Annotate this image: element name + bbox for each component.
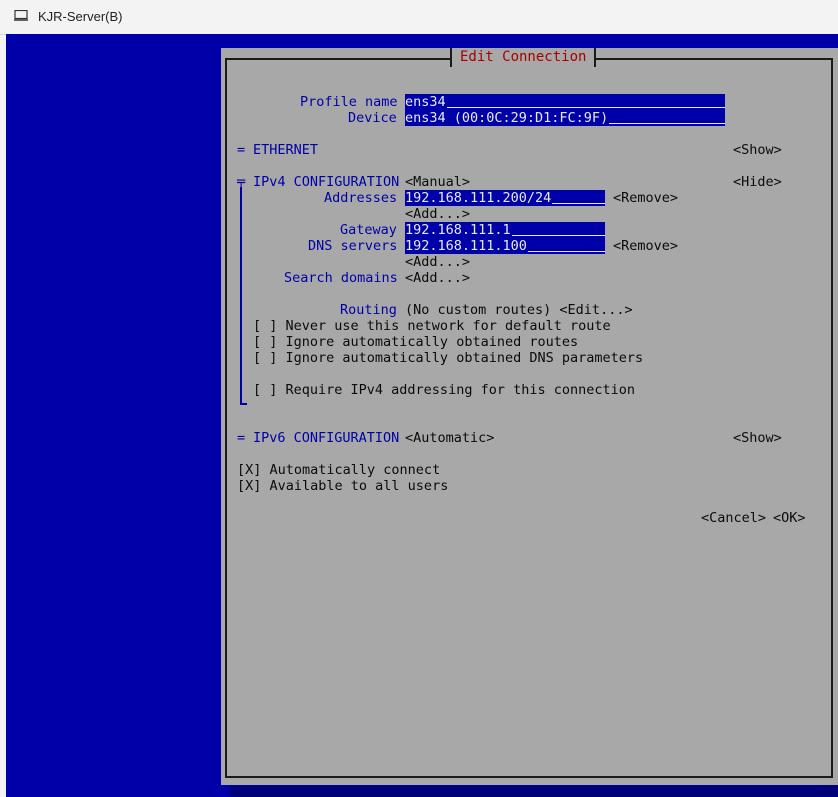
console-screen: Edit Connection Profile name ens34 Devic… xyxy=(6,34,838,797)
ignore-routes-checkbox[interactable]: [ ] Ignore automatically obtained routes xyxy=(253,334,578,350)
ethernet-section-label: ETHERNET xyxy=(253,142,319,158)
address-remove-button[interactable]: <Remove> xyxy=(613,190,678,206)
never-default-route-checkbox[interactable]: [ ] Never use this network for default r… xyxy=(253,318,611,334)
require-ipv4-checkbox[interactable]: [ ] Require IPv4 addressing for this con… xyxy=(253,382,635,398)
profile-name-label: Profile name xyxy=(300,94,398,110)
address-add-button[interactable]: <Add...> xyxy=(405,206,470,222)
dialog-title: Edit Connection xyxy=(450,48,597,67)
ipv6-section-label: IPv6 CONFIGURATION xyxy=(253,430,400,446)
routing-label: Routing xyxy=(340,302,397,318)
profile-name-field[interactable]: ens34 xyxy=(405,94,725,110)
ok-button[interactable]: <OK> xyxy=(773,510,806,526)
ipv6-marker: = xyxy=(237,430,246,446)
dns-server-field[interactable]: 192.168.111.100 xyxy=(405,238,605,254)
device-field[interactable]: ens34 (00:0C:29:D1:FC:9F) xyxy=(405,110,725,126)
ipv4-section-bracket xyxy=(240,187,242,405)
gateway-field[interactable]: 192.168.111.1 xyxy=(405,222,605,238)
ipv6-show-button[interactable]: <Show> xyxy=(733,430,782,446)
dns-remove-button[interactable]: <Remove> xyxy=(613,238,678,254)
search-domains-label: Search domains xyxy=(284,270,398,286)
address-field[interactable]: 192.168.111.200/24 xyxy=(405,190,605,206)
ethernet-show-button[interactable]: <Show> xyxy=(733,142,782,158)
ipv4-section-label: IPv4 CONFIGURATION xyxy=(253,174,400,190)
ipv4-hide-button[interactable]: <Hide> xyxy=(733,174,782,190)
edit-connection-dialog: Edit Connection Profile name ens34 Devic… xyxy=(221,48,838,785)
dialog-frame xyxy=(225,58,833,778)
ipv4-method-select[interactable]: <Manual> xyxy=(405,174,470,190)
dialog-shadow-bottom xyxy=(230,786,838,797)
search-domains-add-button[interactable]: <Add...> xyxy=(405,270,470,286)
computer-icon xyxy=(14,10,28,21)
routing-edit-button[interactable]: (No custom routes) <Edit...> xyxy=(405,302,633,318)
cancel-button[interactable]: <Cancel> xyxy=(701,510,766,526)
window-titlebar: KJR-Server(B) xyxy=(0,0,838,35)
ignore-dns-checkbox[interactable]: [ ] Ignore automatically obtained DNS pa… xyxy=(253,350,643,366)
addresses-label: Addresses xyxy=(324,190,398,206)
dns-add-button[interactable]: <Add...> xyxy=(405,254,470,270)
all-users-checkbox[interactable]: [X] Available to all users xyxy=(237,478,448,494)
gateway-label: Gateway xyxy=(340,222,397,238)
dns-servers-label: DNS servers xyxy=(308,238,398,254)
ipv4-section-bracket-end xyxy=(240,403,247,405)
ipv6-method-select[interactable]: <Automatic> xyxy=(405,430,494,446)
auto-connect-checkbox[interactable]: [X] Automatically connect xyxy=(237,462,440,478)
window-title: KJR-Server(B) xyxy=(38,9,123,24)
device-label: Device xyxy=(348,110,397,126)
ethernet-marker: = xyxy=(237,142,246,158)
